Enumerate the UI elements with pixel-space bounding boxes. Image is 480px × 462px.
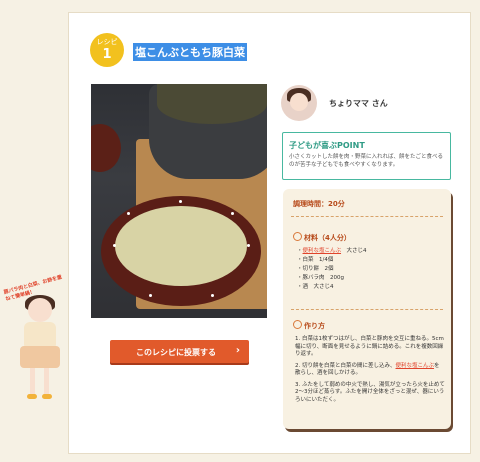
vote-button-label: このレシピに投票する (136, 348, 216, 357)
vote-button[interactable]: このレシピに投票する › (110, 340, 249, 363)
chevron-right-icon: › (235, 345, 240, 356)
badge-label: レシピ (96, 38, 118, 46)
salt-kombu-link[interactable]: 便利な塩こんぶ (396, 363, 435, 369)
steps-heading: 作り方 (293, 320, 325, 331)
steps-list: 1. 白菜は1枚ずつはがし、白菜と豚肉を交互に重ねる。5cm幅に切り、断面を見せ… (295, 336, 445, 408)
author-name[interactable]: ちょりママ さん (329, 98, 388, 109)
ingredients-list: ・便利な塩こんぶ 大さじ4 ・白菜 1/4個 ・切り餅 2個 ・豚バラ肉 200… (297, 247, 367, 292)
author-avatar[interactable] (281, 85, 317, 121)
recipe-title: 塩こんぶともち豚白菜 (133, 43, 247, 61)
point-text: 小さくカットした餅を肉・野菜に入れれば、餅をたごと食べるのが苦手な子どもでも食べ… (289, 154, 444, 168)
list-item: ・白菜 1/4個 (297, 257, 334, 263)
salt-kombu-link[interactable]: 便利な塩こんぶ (303, 248, 342, 254)
list-item: 1. 白菜は1枚ずつはがし、白菜と豚肉を交互に重ねる。5cm幅に切り、断面を見せ… (295, 336, 444, 357)
mascot-illustration (14, 295, 74, 408)
list-item: ・切り餅 2個 (297, 266, 334, 272)
point-title: 子どもが喜ぶPOINT (289, 141, 365, 150)
cook-time: 調理時間：20分 (293, 200, 345, 208)
pot-icon (293, 320, 302, 329)
list-item: ・便利な塩こんぶ 大さじ4 (297, 248, 367, 254)
recipe-number-badge: レシピ 1 (90, 33, 124, 67)
recipe-details-panel: 調理時間：20分 材料（4人分） ・便利な塩こんぶ 大さじ4 ・白菜 1/4個 … (283, 189, 451, 429)
list-item: ・酒 大さじ4 (297, 284, 334, 290)
pot-icon (293, 232, 302, 241)
list-item: 2. 切り餅を白菜と白菜の間に差し込み、便利な塩こんぶを散らし、酒を回しかける。 (295, 362, 440, 377)
list-item: ・豚バラ肉 200g (297, 275, 345, 281)
badge-number: 1 (102, 47, 112, 62)
kids-point-box: 子どもが喜ぶPOINT 小さくカットした餅を肉・野菜に入れれば、餅をたごと食べる… (282, 132, 451, 180)
ingredients-heading: 材料（4人分） (293, 232, 351, 243)
recipe-photo (91, 84, 267, 318)
list-item: 3. ふたをして弱めの中火で熱し、湯気が立ったら火を止めて2〜3分ほど蒸らす。ふ… (295, 381, 445, 403)
